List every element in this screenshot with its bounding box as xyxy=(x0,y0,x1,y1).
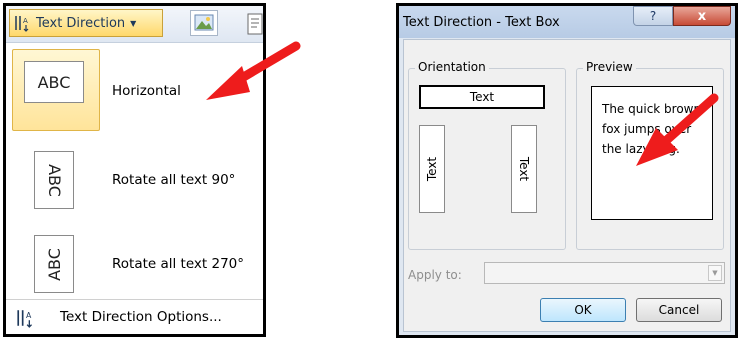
svg-text:A: A xyxy=(26,311,32,320)
orientation-rotate-90-label: Text xyxy=(517,156,531,182)
text-direction-options-label: Text Direction Options... xyxy=(60,309,222,325)
orientation-rotate-90-option[interactable]: Text xyxy=(511,125,537,213)
text-direction-button-label: Text Direction xyxy=(36,15,126,31)
preview-group: Preview The quick brown fox jumps over t… xyxy=(576,60,724,250)
orientation-group: Orientation Text Text Text xyxy=(408,60,566,250)
help-icon: ? xyxy=(649,9,657,23)
horizontal-preview-text: ABC xyxy=(37,72,71,92)
rotate-270-preview-text: ABC xyxy=(44,247,64,281)
preview-text: The quick brown fox jumps over the lazy … xyxy=(602,99,706,159)
orientation-rotate-270-option[interactable]: Text xyxy=(419,125,445,213)
dialog-title: Text Direction - Text Box xyxy=(403,15,560,30)
orientation-group-title: Orientation xyxy=(415,60,489,74)
ok-button[interactable]: OK xyxy=(540,298,626,322)
svg-text:A: A xyxy=(23,17,28,25)
dialog-titlebar: Text Direction - Text Box ? x xyxy=(399,6,735,38)
text-direction-options-item[interactable]: A Text Direction Options... xyxy=(6,305,263,331)
chevron-down-icon: ▼ xyxy=(130,18,137,28)
chevron-down-icon[interactable]: ▼ xyxy=(708,265,722,281)
text-direction-icon: A xyxy=(17,310,33,328)
align-text-icon[interactable] xyxy=(246,8,266,40)
orientation-horizontal-option[interactable]: Text xyxy=(419,85,545,109)
menu-item-rotate-270[interactable]: ABC Rotate all text 270° xyxy=(6,223,263,301)
preview-line: fox jumps over xyxy=(602,122,692,136)
menu-separator xyxy=(6,299,263,300)
horizontal-preview: ABC xyxy=(24,61,84,103)
apply-to-label: Apply to: xyxy=(408,268,462,282)
close-icon: x xyxy=(697,8,707,24)
rotate-270-preview: ABC xyxy=(34,235,74,293)
preview-line: the lazy dog. xyxy=(602,142,680,156)
apply-to-select[interactable]: ▼ xyxy=(484,262,725,284)
rotate-90-preview: ABC xyxy=(34,151,74,209)
orientation-horizontal-label: Text xyxy=(469,90,495,104)
text-direction-button[interactable]: A Text Direction ▼ xyxy=(9,9,163,37)
close-button[interactable]: x xyxy=(673,6,731,26)
menu-item-horizontal[interactable]: ABC Horizontal xyxy=(6,49,263,133)
help-button[interactable]: ? xyxy=(633,6,673,26)
text-direction-dialog: Text Direction - Text Box ? x Orientatio… xyxy=(396,3,738,338)
preview-group-title: Preview xyxy=(583,60,636,74)
orientation-rotate-270-label: Text xyxy=(425,156,439,182)
preview-box: The quick brown fox jumps over the lazy … xyxy=(591,86,713,220)
cancel-button[interactable]: Cancel xyxy=(636,298,722,322)
text-direction-icon: A xyxy=(15,16,29,32)
picture-icon[interactable] xyxy=(190,10,218,36)
ribbon-bar: A Text Direction ▼ xyxy=(6,6,263,43)
menu-item-label: Rotate all text 90° xyxy=(112,172,236,188)
rotate-90-preview-text: ABC xyxy=(44,163,64,197)
menu-item-rotate-90[interactable]: ABC Rotate all text 90° xyxy=(6,139,263,221)
menu-item-label: Horizontal xyxy=(112,83,181,99)
preview-line: The quick brown xyxy=(602,102,702,116)
menu-item-label: Rotate all text 270° xyxy=(112,256,245,272)
text-direction-dropdown: ABC Horizontal ABC Rotate all text 90° A… xyxy=(6,43,263,334)
dialog-body: Orientation Text Text Text Preview The q… xyxy=(403,39,731,332)
text-direction-menu-screenshot: A Text Direction ▼ ABC Horizontal ABC Ro… xyxy=(3,3,266,337)
